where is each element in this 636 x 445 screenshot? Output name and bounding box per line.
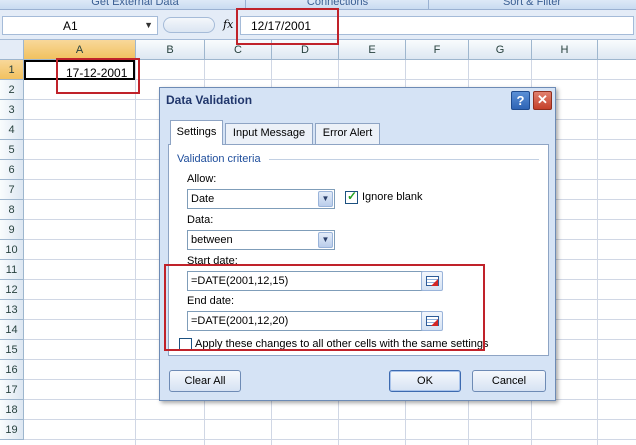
column-header-g[interactable]: G [469,40,532,60]
ribbon-group-get-external-data[interactable]: Get External Data [40,0,230,9]
validation-criteria-heading: Validation criteria [177,153,261,165]
section-divider [269,159,539,160]
tab-settings[interactable]: Settings [170,120,223,145]
row-header-8[interactable]: 8 [0,200,24,220]
allow-dropdown[interactable]: Date ▼ [187,189,335,209]
row-header-7[interactable]: 7 [0,180,24,200]
row-header-15[interactable]: 15 [0,340,24,360]
row-header-14[interactable]: 14 [0,320,24,340]
grid-line [24,439,636,440]
row-header-10[interactable]: 10 [0,240,24,260]
close-icon[interactable]: ✕ [533,91,552,110]
chevron-down-icon[interactable]: ▼ [144,20,153,30]
data-dropdown[interactable]: between ▼ [187,230,335,250]
row-header-5[interactable]: 5 [0,140,24,160]
help-icon[interactable]: ? [511,91,530,110]
row-header-17[interactable]: 17 [0,380,24,400]
fx-icon[interactable]: fx [223,18,233,31]
chevron-down-icon[interactable]: ▼ [318,191,333,207]
ok-button[interactable]: OK [389,370,461,392]
column-header-e[interactable]: E [339,40,406,60]
column-header-next[interactable] [598,40,636,60]
check-icon: ✓ [347,189,358,203]
column-header-h[interactable]: H [532,40,598,60]
ribbon-separator [428,0,429,9]
grid-line [597,60,598,445]
tab-error-alert[interactable]: Error Alert [315,123,380,144]
ignore-blank-label[interactable]: Ignore blank [362,191,423,203]
chevron-down-icon[interactable]: ▼ [318,232,333,248]
ribbon-group-sort-filter[interactable]: Sort & Filter [432,0,632,9]
allow-value: Date [191,193,215,205]
row-header-18[interactable]: 18 [0,400,24,420]
data-label: Data: [187,214,214,226]
name-box[interactable]: A1 ▼ [2,16,158,35]
dialog-title: Data Validation [166,93,253,107]
data-validation-dialog: Data Validation ? ✕ Settings Input Messa… [159,87,556,401]
tab-input-message[interactable]: Input Message [225,123,313,144]
highlight-formula-value [236,8,339,45]
row-header-12[interactable]: 12 [0,280,24,300]
cancel-button[interactable]: Cancel [472,370,546,392]
column-header-a[interactable]: A [24,40,136,60]
row-header-6[interactable]: 6 [0,160,24,180]
row-header-2[interactable]: 2 [0,80,24,100]
highlight-date-fields [164,264,485,351]
row-header-9[interactable]: 9 [0,220,24,240]
ignore-blank-checkbox[interactable]: ✓ [345,189,358,204]
row-header-1[interactable]: 1 [0,60,24,80]
formula-controls: fx [163,16,238,35]
allow-label: Allow: [187,173,217,185]
highlight-cell-a1 [56,58,140,94]
grid-line [24,419,636,420]
formula-buttons[interactable] [163,17,215,33]
clear-all-button[interactable]: Clear All [169,370,241,392]
row-header-11[interactable]: 11 [0,260,24,280]
data-value: between [191,234,233,246]
column-header-f[interactable]: F [406,40,469,60]
name-box-value: A1 [63,19,78,33]
row-header-16[interactable]: 16 [0,360,24,380]
grid-line [135,60,136,445]
row-header-13[interactable]: 13 [0,300,24,320]
row-header-4[interactable]: 4 [0,120,24,140]
row-header-19[interactable]: 19 [0,420,24,440]
select-all-corner[interactable] [0,40,24,60]
column-header-b[interactable]: B [136,40,205,60]
row-header-3[interactable]: 3 [0,100,24,120]
